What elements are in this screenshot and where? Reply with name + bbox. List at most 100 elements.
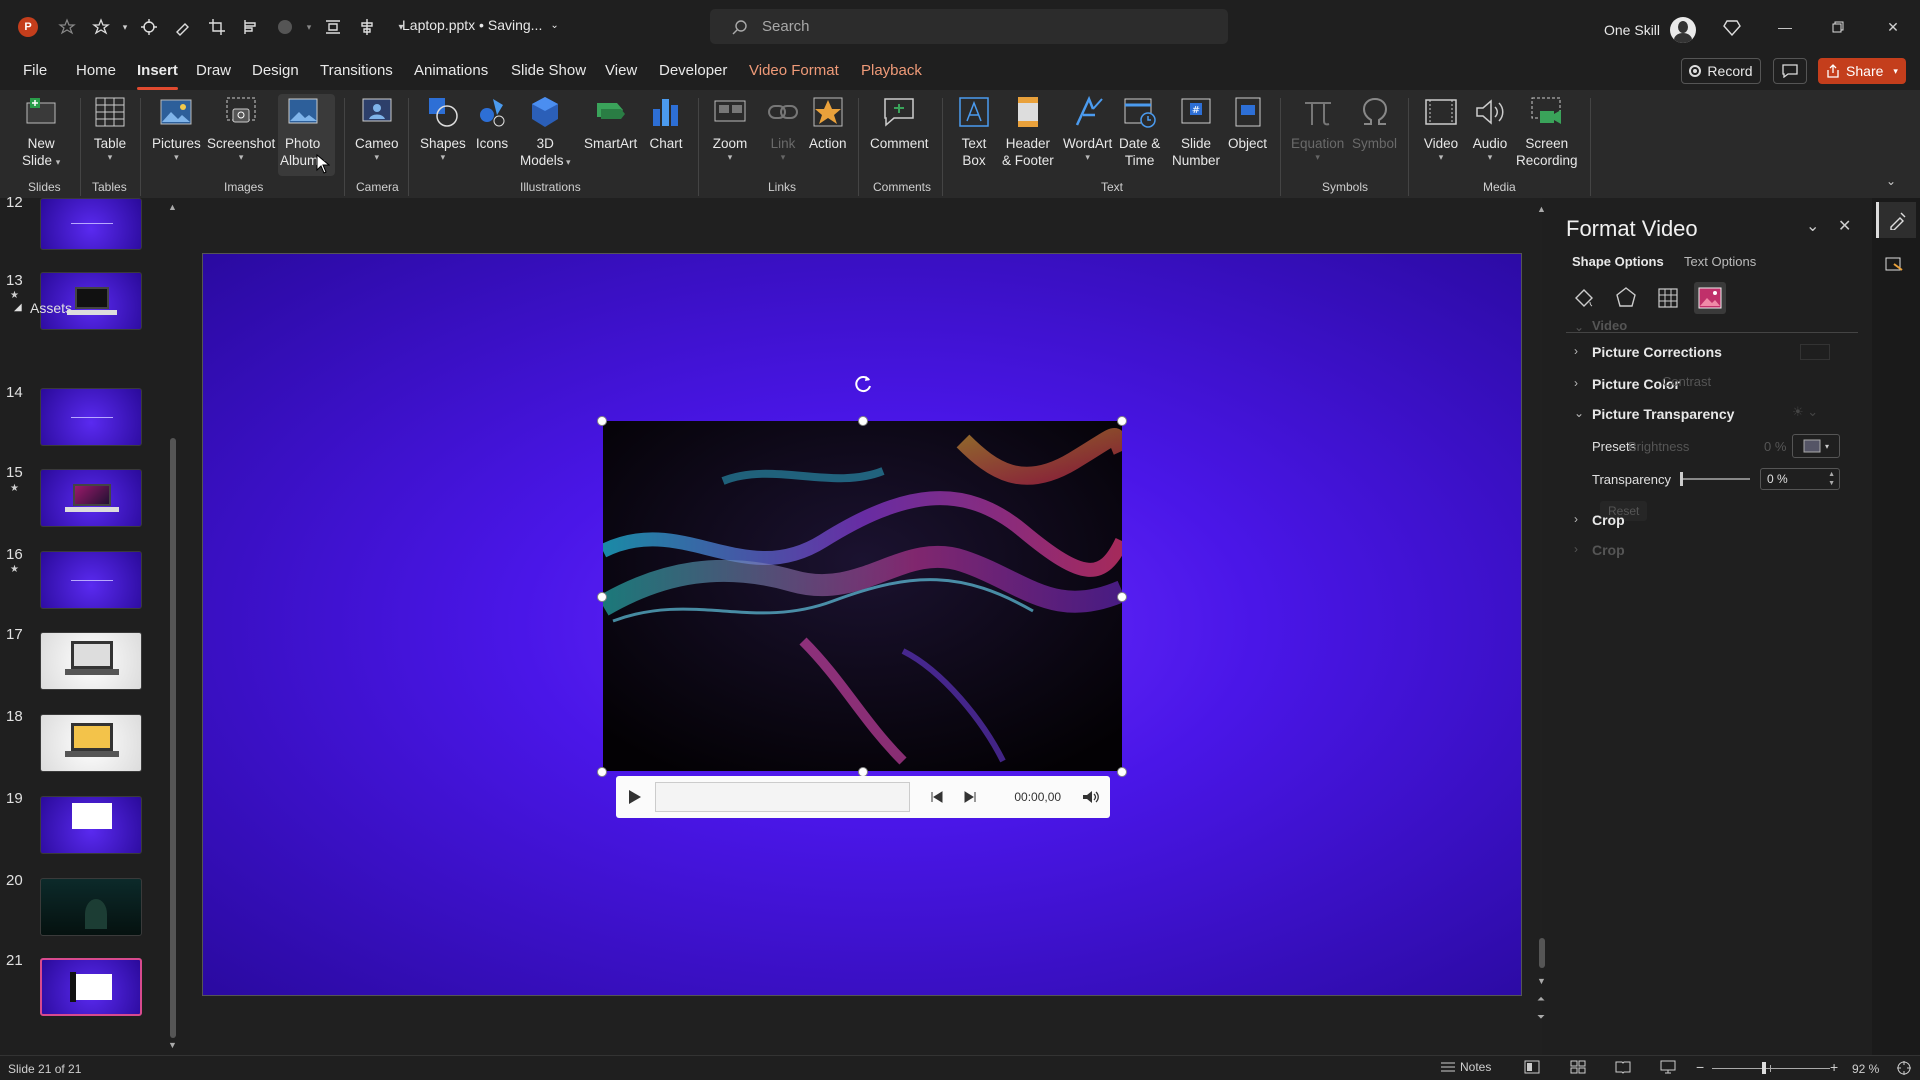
slide-thumbnail[interactable]: [40, 469, 142, 527]
header-footer-button[interactable]: Header & Footer: [1002, 94, 1054, 169]
fit-to-window-button[interactable]: [1896, 1060, 1912, 1076]
crop-icon[interactable]: [200, 14, 234, 40]
canvas-scrollbar[interactable]: [1539, 938, 1545, 968]
tab-design[interactable]: Design: [252, 62, 299, 86]
slide-number-button[interactable]: # Slide Number: [1172, 94, 1220, 169]
document-title[interactable]: Laptop.pptx • Saving... ⌄: [402, 17, 559, 33]
zoom-in-icon[interactable]: +: [1830, 1059, 1838, 1075]
screen-recording-button[interactable]: Screen Recording: [1516, 94, 1578, 169]
slide-thumbnail[interactable]: [40, 388, 142, 446]
zoom-slider[interactable]: [1712, 1062, 1830, 1074]
format-painter-icon[interactable]: [166, 14, 200, 40]
reading-view-button[interactable]: [1615, 1060, 1631, 1074]
presets-dropdown[interactable]: ▾: [1792, 434, 1840, 458]
tab-developer[interactable]: Developer: [659, 62, 727, 86]
slideshow-view-button[interactable]: [1660, 1060, 1676, 1074]
previous-slide-icon[interactable]: ⏶: [1537, 994, 1545, 1005]
action-button[interactable]: Action: [809, 94, 847, 152]
dropdown-chevron-icon[interactable]: ▾: [302, 14, 316, 40]
table-button[interactable]: Table ▾: [92, 94, 128, 162]
normal-view-button[interactable]: [1524, 1060, 1540, 1074]
scroll-down-arrow-icon[interactable]: ▼: [168, 1040, 177, 1050]
cameo-button[interactable]: Cameo ▾: [355, 94, 399, 162]
slide-thumbnail[interactable]: [40, 714, 142, 772]
equation-button[interactable]: Equation ▾: [1291, 94, 1344, 162]
text-box-button[interactable]: Text Box: [956, 94, 992, 169]
screenshot-button[interactable]: Screenshot ▾: [207, 94, 275, 162]
symbol-button[interactable]: Symbol: [1352, 94, 1397, 152]
object-button[interactable]: Object: [1228, 94, 1267, 152]
scroll-down-arrow-icon[interactable]: ▼: [1537, 976, 1546, 986]
tab-file[interactable]: File: [23, 62, 47, 86]
favorite-star-icon[interactable]: [84, 14, 118, 40]
volume-button[interactable]: [1071, 790, 1110, 804]
designer-pane-toggle[interactable]: [1884, 254, 1904, 274]
restore-button[interactable]: [1818, 12, 1858, 42]
search-input[interactable]: Search: [710, 9, 1228, 44]
step-forward-button[interactable]: [955, 791, 984, 803]
record-button[interactable]: Record: [1681, 58, 1761, 84]
picture-tab-icon[interactable]: [1694, 282, 1726, 314]
tab-slide-show[interactable]: Slide Show: [511, 62, 586, 86]
tab-transitions[interactable]: Transitions: [320, 62, 393, 86]
slider-thumb[interactable]: [1680, 472, 1683, 486]
resize-handle[interactable]: [858, 416, 868, 426]
resize-handle[interactable]: [1117, 416, 1127, 426]
icons-button[interactable]: Icons: [474, 94, 510, 152]
section-picture-corrections[interactable]: Picture Corrections: [1592, 344, 1722, 360]
date-time-button[interactable]: Date & Time: [1119, 94, 1160, 169]
size-properties-tab-icon[interactable]: [1656, 286, 1680, 310]
video-button[interactable]: Video ▾: [1423, 94, 1459, 162]
transparency-slider[interactable]: [1680, 472, 1750, 486]
align-center-icon[interactable]: [350, 14, 384, 40]
align-icon[interactable]: [234, 14, 268, 40]
slide-thumbnail[interactable]: [40, 198, 142, 250]
close-pane-icon[interactable]: ✕: [1838, 216, 1851, 236]
collapse-ribbon-icon[interactable]: ⌄: [1886, 174, 1896, 188]
slide-thumbnail[interactable]: [40, 796, 142, 854]
format-pane-toggle[interactable]: [1876, 202, 1916, 238]
touch-mode-icon[interactable]: [132, 14, 166, 40]
slide-thumbnail[interactable]: [40, 878, 142, 936]
tab-text-options[interactable]: Text Options: [1684, 254, 1756, 269]
account-area[interactable]: One Skill: [1604, 17, 1697, 43]
link-button[interactable]: Link ▾: [765, 94, 801, 162]
notes-button[interactable]: Notes: [1440, 1060, 1491, 1074]
transparency-input[interactable]: 0 % ▲ ▼: [1760, 468, 1840, 490]
section-video[interactable]: Video: [1592, 318, 1627, 333]
section-crop[interactable]: Crop: [1592, 512, 1625, 528]
tab-view[interactable]: View: [605, 62, 637, 86]
comments-button[interactable]: [1773, 58, 1807, 84]
pane-options-chevron-icon[interactable]: ⌄: [1806, 216, 1819, 236]
slide-thumbnail[interactable]: [40, 632, 142, 690]
tab-playback[interactable]: Playback: [861, 62, 922, 86]
close-window-button[interactable]: ✕: [1873, 12, 1913, 42]
slide-sorter-button[interactable]: [1570, 1060, 1586, 1074]
distribute-icon[interactable]: [316, 14, 350, 40]
tab-video-format[interactable]: Video Format: [749, 62, 839, 86]
autosave-icon[interactable]: [50, 14, 84, 40]
video-frame[interactable]: [603, 421, 1122, 771]
zoom-slider-thumb[interactable]: [1762, 1062, 1766, 1074]
scroll-up-arrow-icon[interactable]: ▲: [168, 202, 177, 212]
scroll-up-arrow-icon[interactable]: ▲: [1537, 204, 1546, 214]
resize-handle[interactable]: [597, 416, 607, 426]
tab-animations[interactable]: Animations: [414, 62, 488, 86]
3d-models-button[interactable]: 3D Models ▾: [520, 94, 571, 169]
zoom-out-icon[interactable]: −: [1696, 1059, 1704, 1075]
effects-tab-icon[interactable]: [1614, 286, 1638, 310]
avatar[interactable]: [1670, 17, 1697, 43]
audio-button[interactable]: Audio ▾: [1472, 94, 1508, 162]
step-back-button[interactable]: [918, 791, 955, 803]
share-button[interactable]: Share ▾: [1818, 58, 1906, 84]
section-label[interactable]: ◢ Assets: [14, 300, 72, 317]
wordart-button[interactable]: WordArt ▾: [1063, 94, 1112, 162]
shape-fill-icon[interactable]: [268, 14, 302, 40]
resize-handle[interactable]: [1117, 767, 1127, 777]
new-slide-button[interactable]: New Slide ▾: [22, 94, 60, 169]
spinner-icon[interactable]: ▲ ▼: [1828, 470, 1835, 488]
thumbnail-scrollbar[interactable]: [170, 438, 176, 1038]
tab-shape-options[interactable]: Shape Options: [1572, 254, 1664, 269]
section-picture-transparency[interactable]: Picture Transparency: [1592, 406, 1734, 422]
comment-button[interactable]: Comment: [870, 94, 929, 152]
